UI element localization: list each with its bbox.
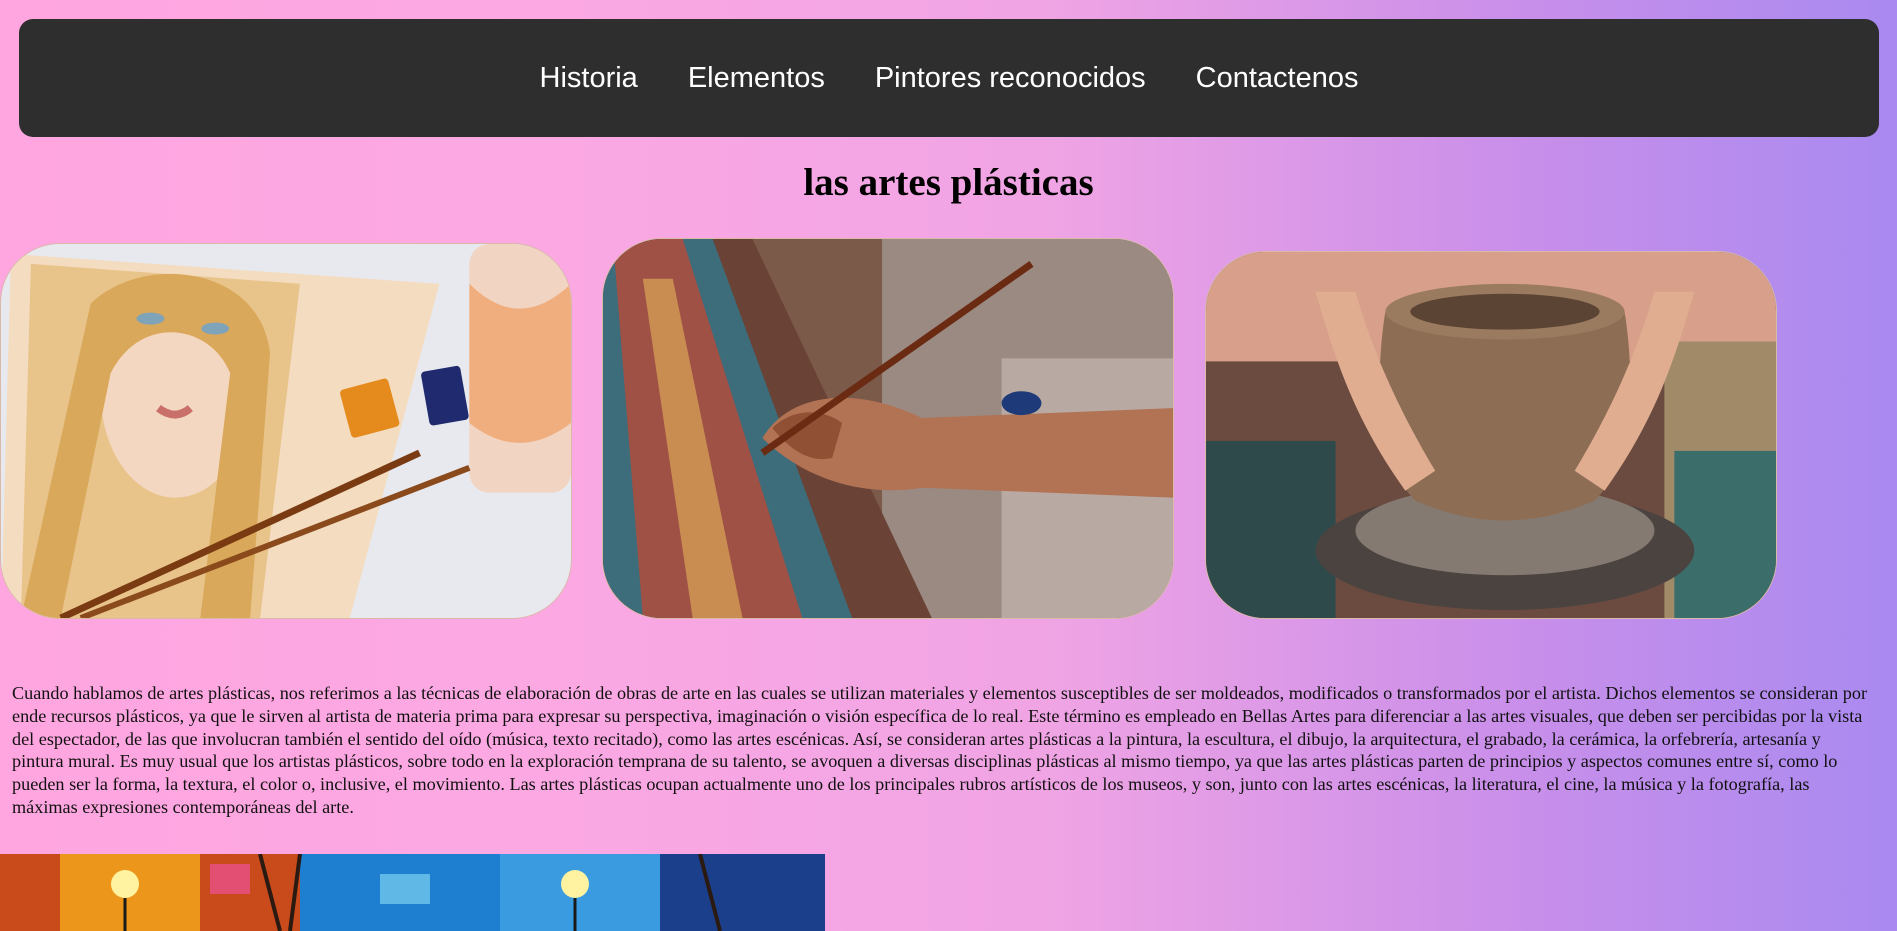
page-title: las artes plásticas xyxy=(803,161,1094,204)
nav-link-pintores-reconocidos[interactable]: Pintores reconocidos xyxy=(875,63,1146,93)
pottery-wheel-image xyxy=(1205,251,1777,619)
night-street-painting-image xyxy=(0,854,825,931)
nav-link-contactenos[interactable]: Contactenos xyxy=(1196,63,1359,93)
watercolor-portrait-image xyxy=(0,243,572,619)
nav-link-elementos[interactable]: Elementos xyxy=(688,63,825,93)
nav-link-historia[interactable]: Historia xyxy=(540,63,638,93)
painting-brush-image xyxy=(602,238,1174,619)
main-navbar: Historia Elementos Pintores reconocidos … xyxy=(19,19,1879,137)
intro-paragraph: Cuando hablamos de artes plásticas, nos … xyxy=(12,683,1868,817)
